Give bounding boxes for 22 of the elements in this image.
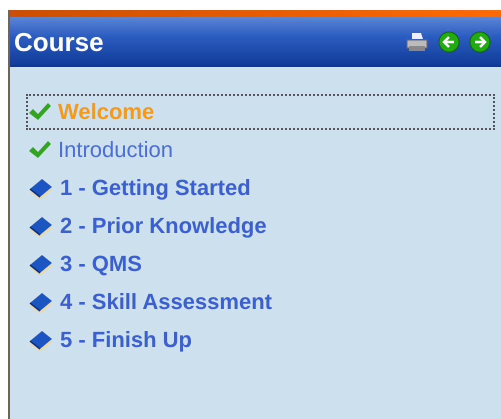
item-label: 3 - QMS xyxy=(60,251,142,277)
item-label: 5 - Finish Up xyxy=(60,327,192,353)
item-label: 2 - Prior Knowledge xyxy=(60,213,267,239)
item-label: 1 - Getting Started xyxy=(60,175,251,201)
course-item[interactable]: 2 - Prior Knowledge xyxy=(26,208,495,244)
checkmark-icon xyxy=(28,102,52,122)
book-icon xyxy=(28,215,54,237)
panel-title: Course xyxy=(14,26,104,58)
course-item[interactable]: 1 - Getting Started xyxy=(26,170,495,206)
checkmark-icon xyxy=(28,140,52,160)
course-item[interactable]: 5 - Finish Up xyxy=(26,322,495,358)
item-label: Introduction xyxy=(58,137,173,163)
course-item[interactable]: 4 - Skill Assessment xyxy=(26,284,495,320)
book-icon xyxy=(28,177,54,199)
course-item[interactable]: 3 - QMS xyxy=(26,246,495,282)
book-icon xyxy=(28,291,54,313)
book-icon xyxy=(28,253,54,275)
item-label: Welcome xyxy=(58,99,154,125)
book-icon xyxy=(28,329,54,351)
print-icon[interactable] xyxy=(405,31,429,53)
item-label: 4 - Skill Assessment xyxy=(60,289,272,315)
course-item[interactable]: Introduction xyxy=(26,132,495,168)
